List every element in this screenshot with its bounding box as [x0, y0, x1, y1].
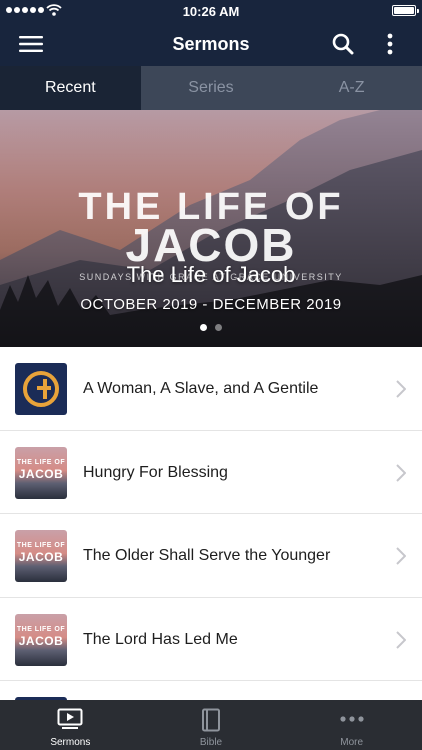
- book-icon: [201, 708, 220, 732]
- nav-bar: Sermons: [0, 22, 422, 66]
- bottom-tab-bar: Sermons Bible More: [0, 700, 422, 750]
- sermon-title: Hungry For Blessing: [83, 463, 228, 481]
- sermon-list: A Woman, A Slave, and A Gentile THE LIFE…: [0, 347, 422, 700]
- tab-label: More: [340, 737, 364, 748]
- tab-series[interactable]: Series: [141, 66, 282, 110]
- sermon-title: The Lord Has Led Me: [83, 630, 238, 648]
- featured-series-banner[interactable]: THE LIFE OF JACOB SUNDAYS WITH GRACE AT …: [0, 110, 422, 347]
- sermon-title: The Older Shall Serve the Younger: [83, 547, 331, 564]
- church-logo-thumbnail: [15, 363, 67, 415]
- chevron-right-icon: [396, 463, 406, 482]
- tab-recent[interactable]: Recent: [0, 66, 141, 110]
- series-dates: OCTOBER 2019 - DECEMBER 2019: [80, 296, 342, 313]
- series-thumbnail: THE LIFE OF JACOB: [15, 613, 67, 666]
- series-title: The Life of Jacob: [126, 262, 296, 287]
- segment-tabs: Recent Series A-Z: [0, 66, 422, 110]
- series-thumbnail: THE LIFE OF JACOB: [15, 446, 67, 499]
- battery-icon: [392, 5, 419, 16]
- list-item[interactable]: A Woman, A Slave, and A Gentile: [0, 347, 422, 431]
- sermon-title: A Woman, A Slave, and A Gentile: [83, 380, 319, 397]
- video-play-icon: [57, 708, 83, 729]
- status-time: 10:26 AM: [182, 4, 240, 19]
- series-thumbnail: THE LIFE OF JACOB: [15, 530, 67, 582]
- chevron-right-icon: [396, 630, 406, 649]
- page-title: Sermons: [172, 34, 250, 54]
- carousel-page-indicator[interactable]: [0, 324, 422, 331]
- vertical-ellipsis-icon[interactable]: [378, 22, 402, 66]
- page-dot[interactable]: [215, 324, 222, 331]
- tab-bible[interactable]: Bible: [141, 700, 282, 750]
- chevron-right-icon: [396, 380, 406, 398]
- tab-more[interactable]: More: [281, 700, 422, 750]
- tab-sermons[interactable]: Sermons: [0, 700, 141, 750]
- tab-label: Sermons: [50, 737, 91, 748]
- search-icon[interactable]: [328, 22, 358, 66]
- list-item[interactable]: THE LIFE OF JACOB The Older Shall Serve …: [0, 514, 422, 598]
- page-dot[interactable]: [200, 324, 207, 331]
- tab-a-z[interactable]: A-Z: [281, 66, 422, 110]
- list-item[interactable]: THE LIFE OF JACOB Hungry For Blessing: [0, 431, 422, 514]
- horizontal-ellipsis-icon: [340, 716, 364, 722]
- chevron-right-icon: [396, 547, 406, 565]
- status-bar: 10:26 AM: [0, 0, 422, 22]
- tab-label: Bible: [199, 737, 223, 748]
- list-item[interactable]: [0, 681, 422, 700]
- list-item[interactable]: THE LIFE OF JACOB The Lord Has Led Me: [0, 598, 422, 681]
